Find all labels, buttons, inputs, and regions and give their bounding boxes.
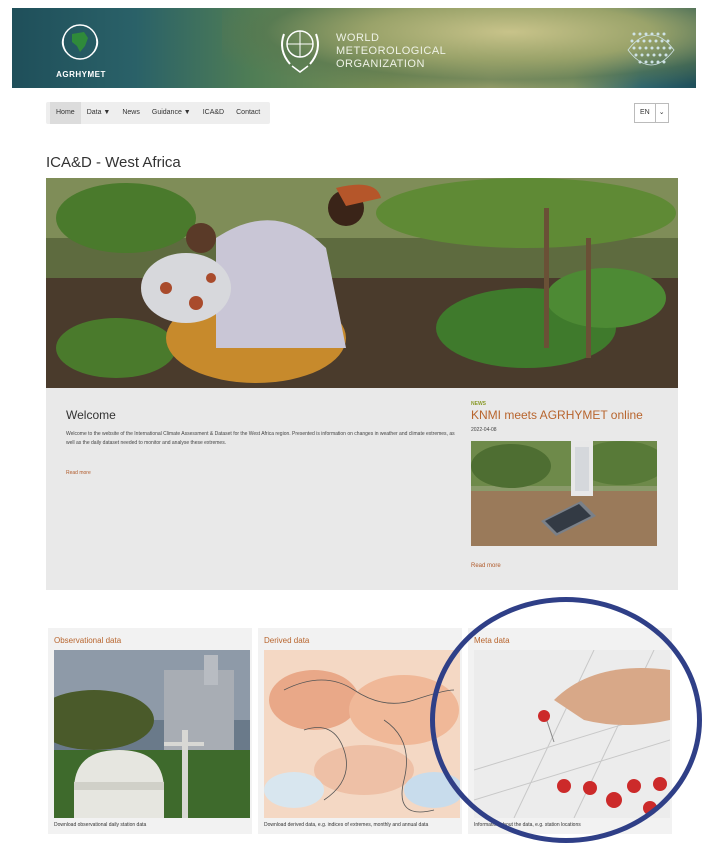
news-date: 2022-04-08 bbox=[471, 427, 497, 433]
hero-photo-mother-and-child-in-field bbox=[46, 178, 678, 388]
welcome-read-more-link[interactable]: Read more bbox=[66, 470, 91, 476]
language-selector[interactable]: EN ⌄ bbox=[634, 103, 669, 123]
news-photo-weather-station[interactable] bbox=[471, 441, 657, 546]
observational-data-card[interactable]: Observational data Download observationa… bbox=[48, 628, 252, 834]
wmo-emblem-icon[interactable] bbox=[274, 20, 326, 76]
welcome-text: Welcome to the website of the Internatio… bbox=[66, 431, 455, 446]
observational-data-image[interactable] bbox=[54, 650, 250, 818]
agrhymet-logo[interactable] bbox=[50, 22, 110, 62]
wmo-line-1: WORLD bbox=[336, 32, 380, 44]
highlight-circle-annotation bbox=[430, 597, 702, 843]
derived-data-description: Download derived data, e.g. indices of e… bbox=[264, 822, 429, 828]
nav-data-dropdown[interactable]: Data ▼ bbox=[81, 102, 117, 124]
nav-icad[interactable]: ICA&D bbox=[197, 102, 230, 124]
news-read-more-link[interactable]: Read more bbox=[471, 563, 501, 569]
nav-contact[interactable]: Contact bbox=[230, 102, 266, 124]
wmo-line-3: ORGANIZATION bbox=[336, 58, 425, 70]
observational-data-description: Download observational daily station dat… bbox=[54, 822, 147, 828]
agrhymet-label: AGRHYMET bbox=[56, 70, 106, 79]
welcome-panel: Welcome Welcome to the website of the In… bbox=[46, 388, 678, 590]
main-nav: Home Data ▼ News Guidance ▼ ICA&D Contac… bbox=[46, 102, 271, 124]
site-banner: AGRHYMET WORLD METEOROLOGICAL ORGANIZATI… bbox=[12, 8, 696, 88]
welcome-title: Welcome bbox=[66, 408, 116, 422]
news-title-link[interactable]: KNMI meets AGRHYMET online bbox=[471, 408, 643, 422]
nav-home[interactable]: Home bbox=[50, 102, 81, 124]
language-value[interactable]: EN bbox=[634, 103, 656, 123]
language-caret-icon[interactable]: ⌄ bbox=[655, 103, 669, 123]
page-title: ICA&D - West Africa bbox=[46, 154, 181, 171]
wmo-name: WORLD METEOROLOGICAL ORGANIZATION bbox=[336, 32, 446, 71]
nav-news[interactable]: News bbox=[116, 102, 146, 124]
wmo-line-2: METEOROLOGICAL bbox=[336, 45, 447, 57]
dotted-sphere-logo bbox=[627, 32, 675, 66]
news-tag: NEWS bbox=[471, 401, 486, 407]
derived-data-title[interactable]: Derived data bbox=[264, 636, 309, 645]
nav-guidance-dropdown[interactable]: Guidance ▼ bbox=[146, 102, 197, 124]
observational-data-title[interactable]: Observational data bbox=[54, 636, 121, 645]
